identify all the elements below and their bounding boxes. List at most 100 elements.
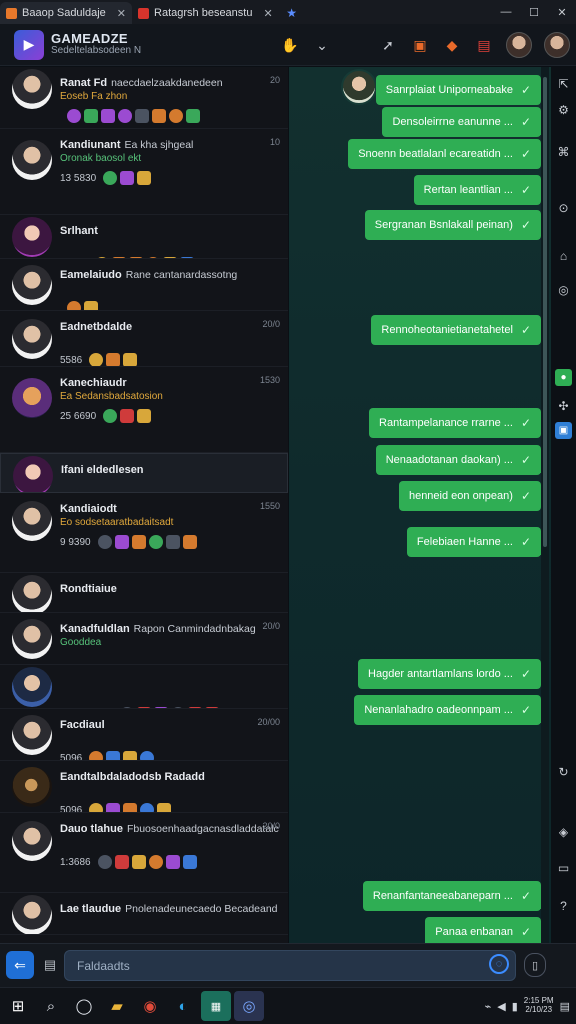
lock-icon[interactable]: ⌂: [555, 247, 572, 264]
chat-status: [60, 917, 280, 930]
video-icon[interactable]: ▤: [474, 35, 494, 55]
list-item[interactable]: Kandiunant Ea kha sjhgeal 10 Oronak baosol …: [0, 129, 288, 215]
settings-icon[interactable]: ⚙: [555, 101, 572, 118]
browser-tab-1[interactable]: Baaop Saduldaje ✕: [0, 2, 133, 24]
game-icon[interactable]: ◆: [442, 35, 462, 55]
volume-icon[interactable]: ◀: [497, 1000, 505, 1013]
window-icon[interactable]: ▣: [555, 422, 572, 439]
message-bubble[interactable]: Renanfantaneeabaneparn ... ✓: [362, 881, 549, 911]
attach-icon[interactable]: ▤: [40, 955, 60, 975]
chat-preview: naecdaelzaakdanedeen: [111, 77, 223, 89]
message-bubble[interactable]: Nenanlahadro oadeonnpam ... ✓: [354, 695, 548, 725]
sidebar-icon[interactable]: ▭: [555, 859, 572, 876]
safari-icon[interactable]: ◎: [555, 281, 572, 298]
bug-icon[interactable]: ✣: [555, 397, 572, 414]
header-actions: ✋ ⌄ ➚ ▣ ◆ ▤: [280, 24, 576, 66]
chevron-down-icon[interactable]: ⌄: [312, 35, 332, 55]
list-item[interactable]: Lae tlaudue Pnolenadeunecaedo Becadeand: [0, 893, 288, 935]
game-badge-icon: [123, 353, 138, 366]
back-button[interactable]: ⇐: [6, 951, 34, 979]
chat-badges: 13 5830: [60, 169, 280, 187]
game-badge-icon: [101, 109, 115, 123]
message-bubble[interactable]: Panaa enbanan ✓: [425, 917, 541, 943]
tab-close-icon[interactable]: ✕: [263, 7, 272, 20]
app-icon[interactable]: ▦: [201, 991, 231, 1021]
network-icon[interactable]: ⌁: [485, 1000, 492, 1013]
message-bubble[interactable]: Rennoheotanietianetahetel ✓: [371, 315, 541, 345]
list-item[interactable]: Kandiaiodt 1550 Eo sodsetaaratbadaitsadt 9 …: [0, 493, 288, 573]
avatar: [12, 821, 52, 861]
list-item[interactable]: Kanechiaudr 1530 Ea Sedansbadsatosion 25 66…: [0, 367, 288, 453]
scroll-thumb[interactable]: [543, 77, 547, 547]
chat-badges: 5096: [60, 801, 280, 812]
scrollbar[interactable]: [541, 67, 549, 943]
message-bubble[interactable]: Sergranan Bsnlakall peinan) ✓: [364, 210, 541, 240]
list-item[interactable]: Eadnetbdalde 20/0 5586: [0, 311, 288, 367]
app-logo-icon[interactable]: ▶: [14, 29, 44, 60]
chat-title-row: Kandiaiodt: [60, 501, 280, 517]
game-badge-icon: [118, 109, 132, 123]
minimize-button[interactable]: —: [492, 1, 520, 23]
edge-icon[interactable]: ◐: [168, 991, 198, 1021]
status-icon[interactable]: ●: [555, 369, 572, 386]
pinned-tab[interactable]: ★: [279, 2, 305, 24]
message-bubble[interactable]: Nenaadotanan daokan) ... ✓: [375, 445, 549, 475]
game-badge-icon: [89, 803, 104, 812]
chat-status: Eo sodsetaaratbadaitsadt: [60, 517, 174, 528]
message-bubble[interactable]: Rantampelanance rrarne ... ✓: [369, 408, 541, 438]
avatar[interactable]: [544, 32, 570, 58]
message-bubble[interactable]: henneid eon onpean) ✓: [398, 481, 541, 511]
maximize-button[interactable]: ☐: [520, 1, 548, 23]
browser-tab-2[interactable]: Ratagrsh beseanstu ✕: [132, 2, 279, 24]
refresh-icon[interactable]: ↻: [555, 763, 572, 780]
help-icon[interactable]: ?: [555, 897, 572, 914]
list-item[interactable]: Ifani eldedlesen: [0, 453, 288, 493]
hand-icon[interactable]: ✋: [280, 35, 300, 55]
notification-icon[interactable]: ▤: [560, 1000, 570, 1013]
list-item[interactable]: Srlhant29306: [0, 215, 288, 259]
list-item[interactable]: Kanadfuldlan Rapon Canmindadnbakag 20/0 Goo…: [0, 613, 288, 665]
chat-name: Ranat Fd: [60, 77, 108, 89]
avatar[interactable]: [506, 32, 532, 58]
clock[interactable]: 2:15 PM 2/10/23: [524, 996, 554, 1015]
avatar: [12, 667, 52, 707]
tag-icon[interactable]: ◈: [555, 823, 572, 840]
list-item[interactable]: Facdiaul 20/00 5096: [0, 709, 288, 761]
tab-close-icon[interactable]: ✕: [117, 7, 126, 20]
list-item[interactable]: 15006 3086: [0, 665, 288, 709]
chat-icon[interactable]: ◯: [69, 991, 99, 1021]
chat-title-row: Kanadfuldlan Rapon Canmindadnbakag: [60, 621, 280, 637]
export-icon[interactable]: ⇱: [555, 75, 572, 92]
message-bubble[interactable]: Sanrplaiat Uniporneabake ✓: [375, 75, 541, 105]
list-item[interactable]: Ranat Fd naecdaelzaakdanedeen 20 Eoseb Fa z…: [0, 67, 288, 129]
send-icon[interactable]: ◌: [489, 954, 509, 974]
message-input[interactable]: Faldaadts ◌: [64, 950, 516, 981]
frame-icon[interactable]: ▣: [410, 35, 430, 55]
close-button[interactable]: ✕: [548, 1, 576, 23]
list-item[interactable]: Rondtiaiue: [0, 573, 288, 613]
message-bubble[interactable]: Rertan leantlian ... ✓: [413, 175, 541, 205]
message-bubble[interactable]: Hagder antartlamlans lordo ... ✓: [358, 659, 541, 689]
active-app-icon[interactable]: ◎: [234, 991, 264, 1021]
message-bubble[interactable]: Snoenn beatlalanl ecareatidn ... ✓: [348, 139, 541, 169]
search-icon[interactable]: ⌕: [36, 991, 66, 1021]
chat-time: 1530: [259, 375, 280, 385]
list-item[interactable]: Dauo tlahue Fbuosoenhaadgacnasdladdatalc 2…: [0, 813, 288, 893]
windows-icon[interactable]: ⊞: [3, 991, 33, 1021]
contact-avatar[interactable]: [341, 69, 377, 105]
chat-name: Kandiunant: [60, 139, 121, 151]
chat-title-row: Kandiunant Ea kha sjhgeal: [60, 137, 280, 153]
folder-icon[interactable]: ▰: [102, 991, 132, 1021]
list-item[interactable]: Eamelaiudo Rane cantanardassotng: [0, 259, 288, 311]
message-bubble[interactable]: Densoleirrne eanunne ... ✓: [382, 107, 548, 137]
game-badge-icon: [157, 803, 172, 812]
compass-icon[interactable]: ⊙: [555, 199, 572, 216]
chrome-icon[interactable]: ◉: [135, 991, 165, 1021]
gamepad-icon[interactable]: ⌘: [555, 143, 572, 160]
cursor-icon[interactable]: ➚: [378, 35, 398, 55]
mic-icon[interactable]: ▯: [524, 953, 546, 977]
battery-icon[interactable]: ▮: [512, 1000, 518, 1013]
list-item[interactable]: Eandtalbdaladodsb Radadd 5096: [0, 761, 288, 813]
message-bubble[interactable]: Felebiaen Hanne ... ✓: [406, 527, 549, 557]
game-badge-icon: [123, 803, 138, 812]
